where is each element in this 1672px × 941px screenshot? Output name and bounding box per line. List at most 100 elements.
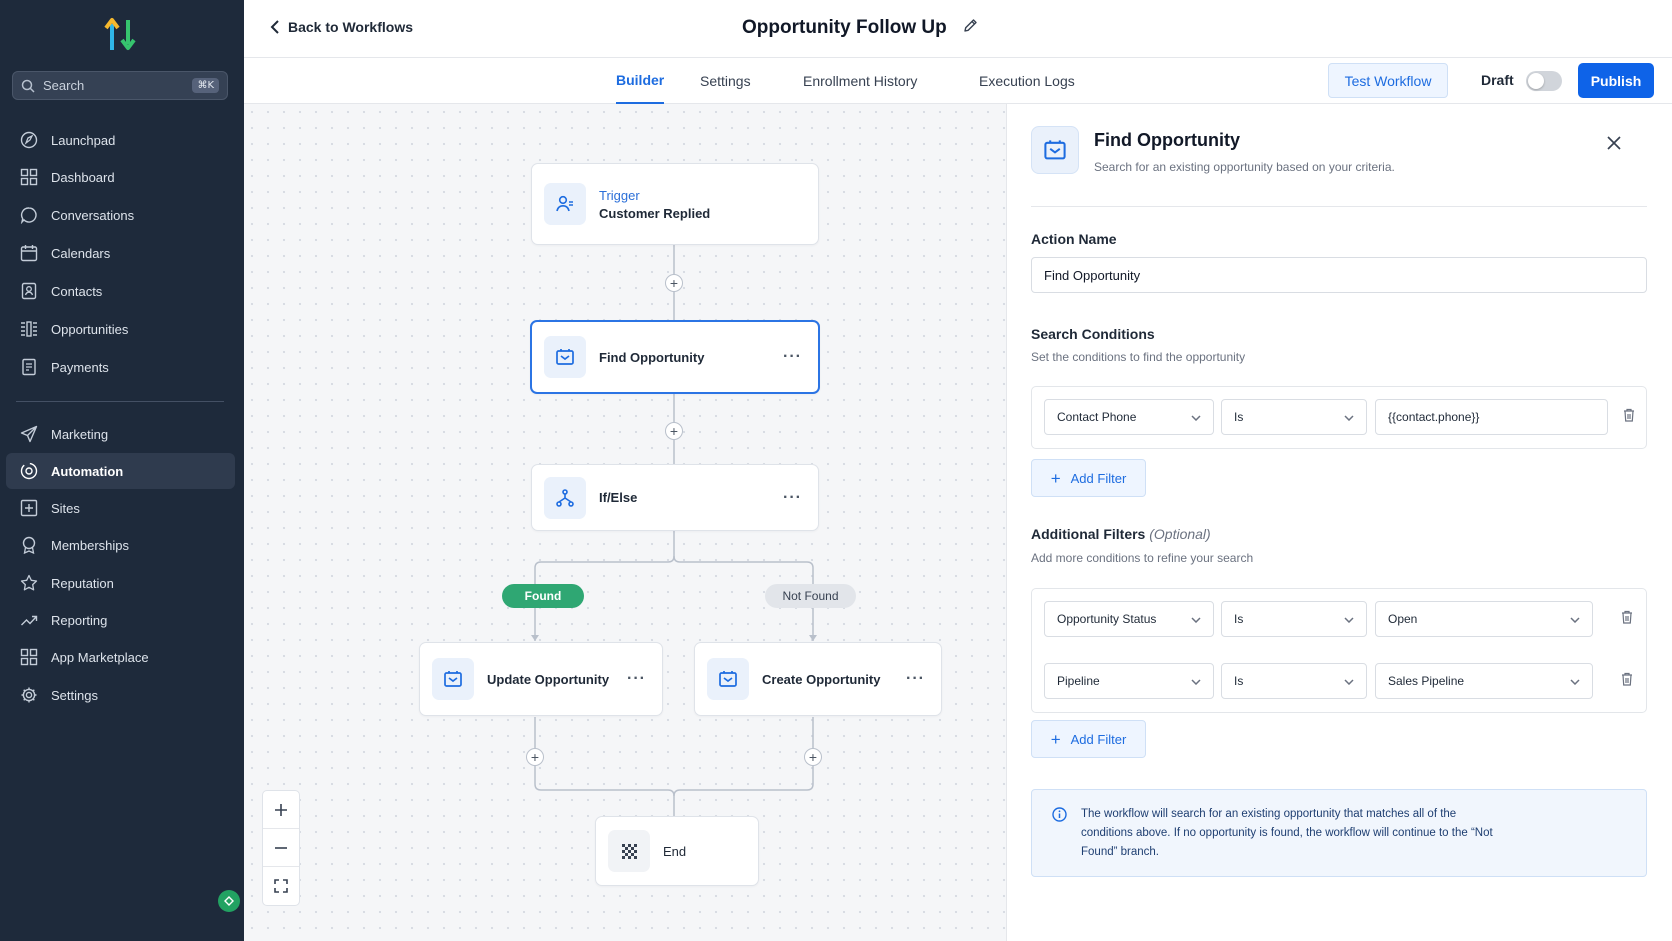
end-title: End (663, 843, 687, 859)
trigger-node[interactable]: Trigger Customer Replied (531, 163, 819, 245)
trash-icon[interactable] (1623, 408, 1635, 427)
contacts-icon (18, 282, 40, 300)
add-step-button[interactable]: + (526, 748, 544, 766)
sidebar-item-calendars[interactable]: Calendars (6, 235, 235, 271)
trash-icon[interactable] (1621, 672, 1633, 691)
end-node[interactable]: End (595, 816, 759, 886)
sidebar-item-payments[interactable]: Payments (6, 349, 235, 385)
sidebar-item-launchpad[interactable]: Launchpad (6, 122, 235, 158)
chevron-down-icon (1191, 674, 1201, 688)
sidebar-item-app-marketplace[interactable]: App Marketplace (6, 639, 235, 675)
node-menu-icon[interactable]: ··· (783, 348, 802, 366)
add-filter-button[interactable]: + Add Filter (1031, 720, 1146, 758)
trend-icon (18, 611, 40, 629)
test-workflow-button[interactable]: Test Workflow (1328, 63, 1448, 98)
tab-enrollment-history[interactable]: Enrollment History (803, 58, 917, 104)
ifelse-text: If/Else (599, 490, 783, 505)
workflow-tabs-bar: Builder Settings Enrollment History Exec… (244, 58, 1672, 104)
add-step-button[interactable]: + (804, 748, 822, 766)
tab-execution-logs[interactable]: Execution Logs (979, 58, 1075, 104)
add-step-button[interactable]: + (665, 422, 683, 440)
node-menu-icon[interactable]: ··· (906, 670, 925, 688)
sidebar-item-settings[interactable]: Settings (6, 677, 235, 713)
panel-divider (1031, 206, 1647, 207)
sidebar-item-opportunities[interactable]: Opportunities (6, 311, 235, 347)
find-title: Find Opportunity (599, 349, 705, 365)
sidebar-item-label: App Marketplace (51, 649, 149, 665)
add-step-button[interactable]: + (665, 274, 683, 292)
sidebar-item-automation[interactable]: Automation (6, 453, 235, 489)
star-icon (18, 574, 40, 592)
find-opportunity-node[interactable]: Find Opportunity ··· (530, 320, 820, 394)
create-opportunity-node[interactable]: Create Opportunity ··· (694, 642, 942, 716)
filter-value-select[interactable]: Open (1375, 601, 1593, 637)
grid-icon (18, 168, 40, 186)
publish-button[interactable]: Publish (1578, 63, 1654, 98)
chevron-down-icon (1344, 612, 1354, 626)
briefcase-icon (707, 658, 749, 700)
node-menu-icon[interactable]: ··· (627, 670, 646, 688)
tab-builder[interactable]: Builder (616, 58, 665, 104)
info-icon (1052, 807, 1067, 822)
help-widget-icon[interactable] (218, 890, 240, 912)
rocket-icon (18, 131, 40, 149)
search-conditions-help: Set the conditions to find the opportuni… (1031, 350, 1246, 364)
receipt-icon (18, 358, 40, 376)
sidebar-item-conversations[interactable]: Conversations (6, 197, 235, 233)
page-title: Opportunity Follow Up (742, 17, 947, 38)
badge-icon (18, 536, 40, 554)
app-root: Search ⌘K Launchpad Dashboard Conversati… (0, 0, 1672, 941)
filter-field-select[interactable]: Pipeline (1044, 663, 1214, 699)
filter-value-select[interactable]: Sales Pipeline (1375, 663, 1593, 699)
create-text: Create Opportunity (762, 672, 906, 687)
sidebar-item-contacts[interactable]: Contacts (6, 273, 235, 309)
condition-operator-select[interactable]: Is (1221, 399, 1367, 435)
condition-field-select[interactable]: Contact Phone (1044, 399, 1214, 435)
sidebar-item-memberships[interactable]: Memberships (6, 527, 235, 563)
filter-operator-select[interactable]: Is (1221, 601, 1367, 637)
optional-tag: (Optional) (1149, 526, 1211, 542)
sidebar-item-reputation[interactable]: Reputation (6, 565, 235, 601)
filter-operator-select[interactable]: Is (1221, 663, 1367, 699)
chevron-down-icon (1191, 410, 1201, 424)
trash-icon[interactable] (1621, 610, 1633, 629)
zoom-out-button[interactable] (263, 829, 299, 867)
search-shortcut: ⌘K (192, 78, 219, 93)
sidebar-item-reporting[interactable]: Reporting (6, 602, 235, 638)
info-callout: The workflow will search for an existing… (1031, 789, 1647, 877)
update-opportunity-node[interactable]: Update Opportunity ··· (419, 642, 663, 716)
action-name-input[interactable]: Find Opportunity (1031, 257, 1647, 293)
funnel-icon (18, 320, 40, 338)
sidebar-search[interactable]: Search ⌘K (12, 71, 228, 100)
sidebar-item-label: Automation (51, 463, 124, 479)
edit-pencil-icon[interactable] (963, 18, 978, 38)
tab-settings[interactable]: Settings (700, 58, 751, 104)
trigger-text: Trigger Customer Replied (599, 188, 818, 221)
chevron-left-icon (270, 20, 280, 34)
sidebar-item-dashboard[interactable]: Dashboard (6, 159, 235, 195)
zoom-in-button[interactable] (263, 791, 299, 829)
condition-value-input[interactable]: {{contact.phone}} (1375, 399, 1608, 435)
sidebar-item-marketing[interactable]: Marketing (6, 416, 235, 452)
app-logo[interactable] (104, 16, 136, 57)
back-to-workflows-link[interactable]: Back to Workflows (270, 19, 413, 35)
branch-found-label: Found (502, 584, 584, 608)
close-icon[interactable] (1607, 136, 1621, 155)
info-text: The workflow will search for an existing… (1081, 808, 1493, 858)
filter-operator-value: Is (1234, 674, 1244, 688)
sidebar-item-sites[interactable]: Sites (6, 490, 235, 526)
add-filter-button[interactable]: + Add Filter (1031, 459, 1146, 497)
filter-field-select[interactable]: Opportunity Status (1044, 601, 1214, 637)
search-conditions-label: Search Conditions (1031, 326, 1155, 342)
search-label: Search (43, 78, 85, 93)
if-else-node[interactable]: If/Else ··· (531, 464, 819, 531)
apps-icon (18, 648, 40, 666)
filter-field-value: Pipeline (1057, 674, 1100, 688)
node-menu-icon[interactable]: ··· (783, 489, 802, 507)
minus-icon (275, 846, 287, 849)
briefcase-icon (432, 658, 474, 700)
draft-toggle[interactable] (1526, 71, 1562, 91)
workflow-canvas[interactable]: Trigger Customer Replied + Find Opportun… (244, 104, 1006, 941)
fit-view-button[interactable] (263, 867, 299, 905)
sidebar-item-label: Memberships (51, 537, 130, 553)
